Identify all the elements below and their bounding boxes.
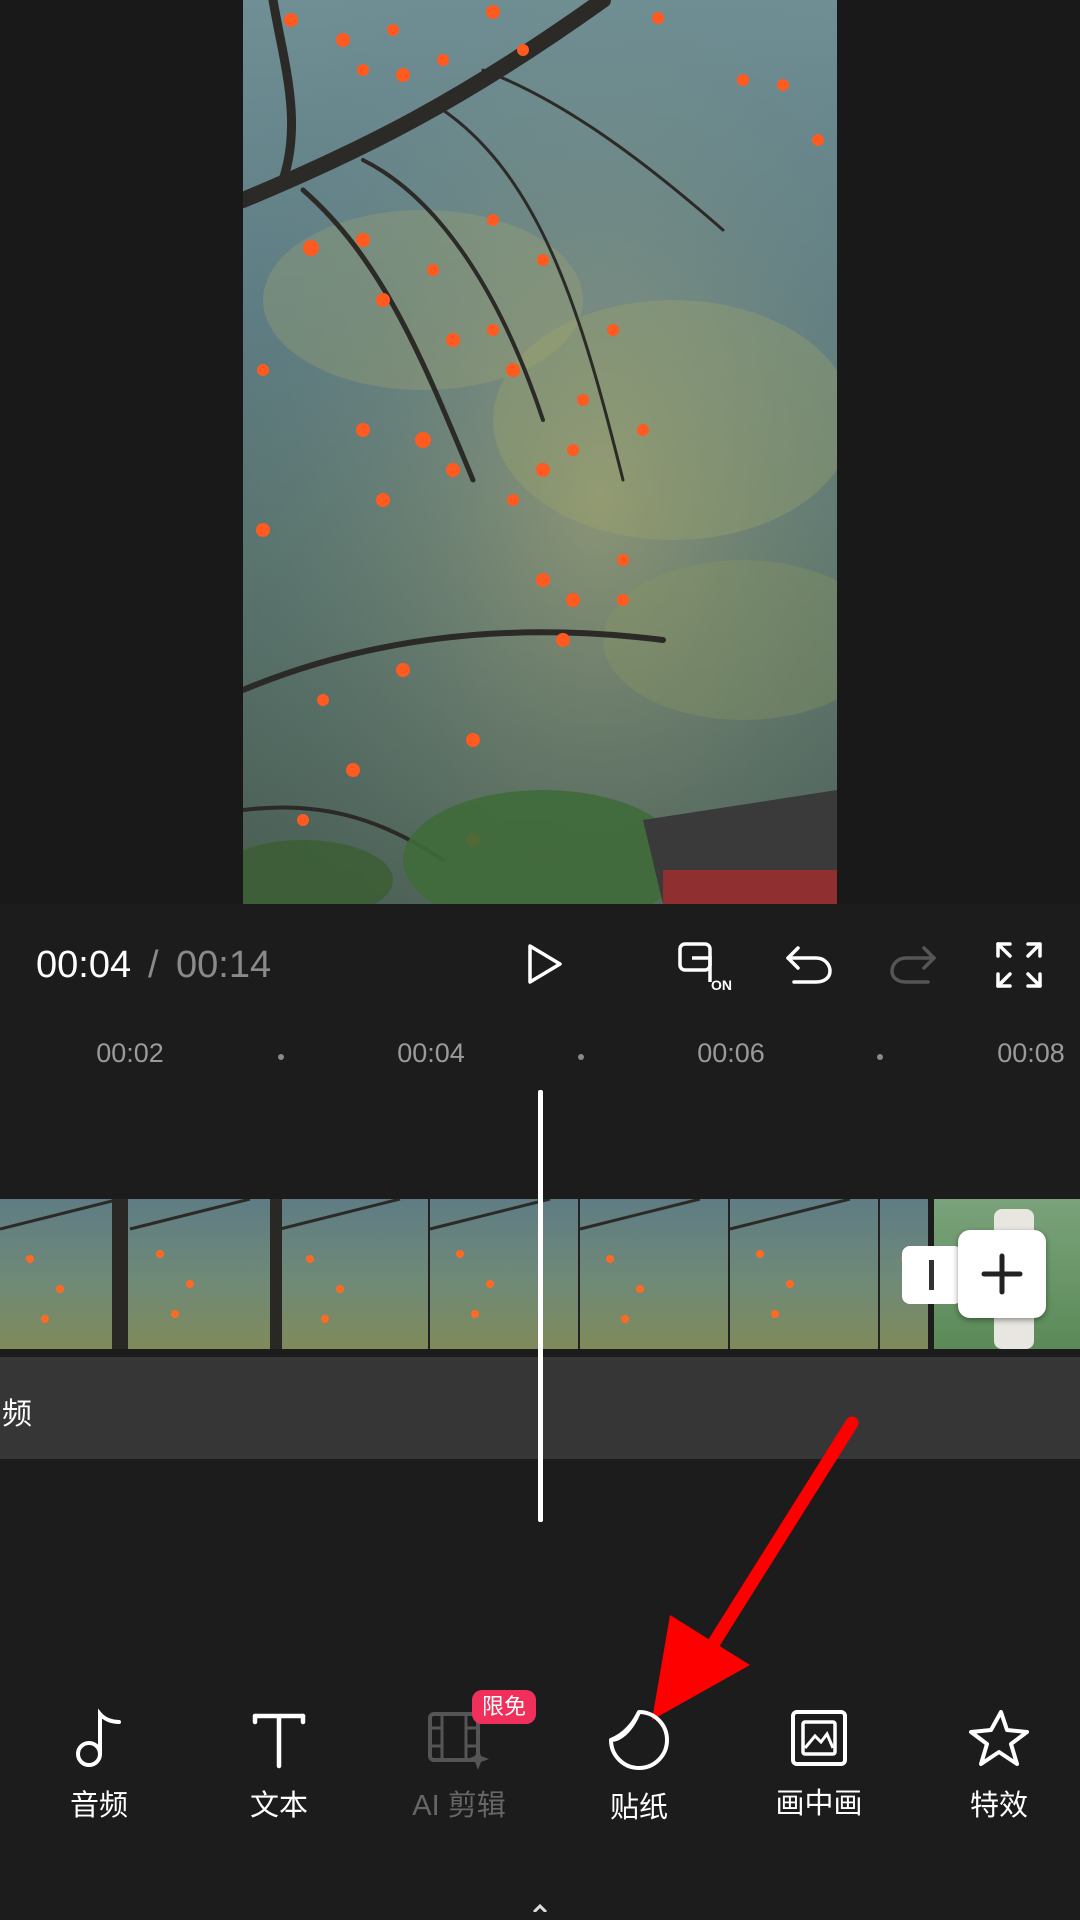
total-time: 00:14	[176, 944, 272, 986]
tick-label: 00:02	[96, 1038, 164, 1068]
tick-label: 00:08	[997, 1038, 1065, 1068]
tool-label: 贴纸	[609, 1792, 668, 1824]
playhead[interactable]	[538, 1090, 543, 1522]
tool-ai-edit[interactable]: AI 剪辑	[384, 1708, 534, 1848]
add-clip-button[interactable]	[958, 1230, 1046, 1318]
playback-control-bar: 00:04 / 00:14 ON	[0, 904, 1080, 1024]
transition-button[interactable]	[902, 1246, 962, 1304]
tool-label: 文本	[249, 1790, 308, 1822]
text-icon	[252, 1713, 306, 1769]
auto-caption-on-icon[interactable]: ON	[676, 940, 736, 992]
preview-area	[0, 0, 1080, 904]
nav-indicator	[532, 1904, 548, 1912]
tool-label: 画中画	[775, 1788, 863, 1820]
tool-effects[interactable]: 特效	[924, 1708, 1074, 1848]
limited-free-badge: 限免	[472, 1690, 536, 1724]
redo-icon[interactable]	[886, 940, 940, 988]
tool-label: 特效	[969, 1790, 1028, 1822]
tool-sticker[interactable]: 贴纸	[564, 1708, 714, 1848]
play-icon[interactable]	[520, 940, 568, 988]
tick-dot	[278, 1054, 284, 1060]
svg-text:ON: ON	[711, 977, 732, 992]
picture-in-picture-icon	[791, 1710, 847, 1766]
sticker-icon	[609, 1710, 669, 1770]
video-preview[interactable]	[243, 0, 837, 904]
tool-label: AI 剪辑	[412, 1790, 506, 1822]
tick-label: 00:04	[397, 1038, 465, 1068]
persimmon-tree-image	[243, 0, 837, 904]
fullscreen-icon[interactable]	[994, 940, 1044, 990]
tick-dot	[877, 1054, 883, 1060]
effects-star-icon	[969, 1710, 1029, 1766]
tool-text[interactable]: 文本	[204, 1708, 354, 1848]
tool-picture-in-picture[interactable]: 画中画	[744, 1708, 894, 1848]
time-separator: /	[148, 944, 159, 986]
music-note-icon	[76, 1708, 121, 1767]
tool-audio[interactable]: 音频	[24, 1708, 174, 1848]
current-time: 00:04	[36, 944, 132, 986]
tick-label: 00:06	[697, 1038, 765, 1068]
annotation-arrow	[652, 1416, 859, 1720]
tick-dot	[578, 1054, 584, 1060]
transition-icon	[929, 1260, 934, 1290]
audio-track-label: 频	[2, 1398, 32, 1431]
plus-icon	[981, 1253, 1023, 1295]
undo-icon[interactable]	[782, 940, 836, 988]
tool-label: 音频	[69, 1790, 128, 1822]
video-track[interactable]	[0, 1199, 928, 1349]
timeline-ruler: 00:02 00:04 00:06 00:08	[0, 1024, 1080, 1084]
thumbnail-detail	[0, 1199, 909, 1349]
